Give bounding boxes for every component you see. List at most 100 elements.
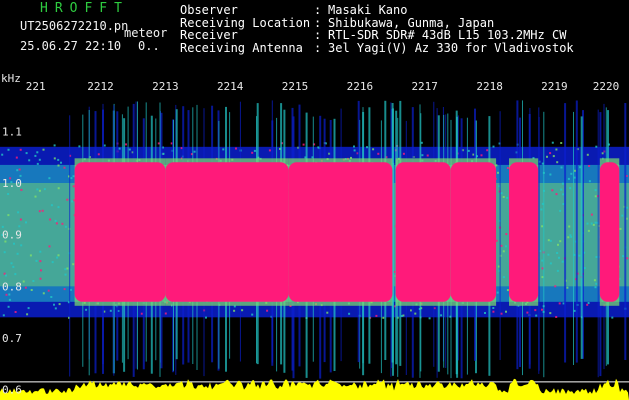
- noise-speckle: [560, 166, 563, 169]
- noise-speckle: [268, 149, 271, 152]
- noise-speckle: [235, 147, 237, 150]
- meteor-streak: [564, 103, 567, 363]
- noise-speckle: [38, 158, 41, 161]
- noise-speckle: [7, 193, 10, 195]
- noise-speckle: [588, 165, 591, 167]
- noise-speckle: [500, 312, 503, 315]
- noise-speckle: [64, 273, 67, 276]
- noise-speckle: [595, 282, 598, 285]
- noise-speckle: [16, 169, 19, 172]
- noise-speckle: [61, 222, 64, 225]
- noise-speckle: [480, 154, 483, 157]
- receiver-sep: :: [314, 28, 322, 43]
- noise-speckle: [57, 164, 60, 167]
- receiving-antenna-key: Receiving Antenna: [180, 40, 303, 55]
- observer-value: Masaki Kano: [328, 3, 408, 17]
- noise-speckle: [71, 200, 74, 203]
- noise-speckle: [162, 152, 165, 155]
- noise-speckle: [251, 313, 254, 316]
- noise-speckle: [590, 213, 593, 216]
- noise-speckle: [42, 292, 45, 295]
- noise-speckle: [561, 260, 564, 263]
- x-tick-label: 2213: [152, 80, 179, 93]
- noise-speckle: [140, 312, 143, 315]
- x-tick-label: 221: [26, 80, 46, 93]
- noise-speckle: [34, 195, 37, 198]
- noise-speckle: [29, 254, 32, 257]
- image-filename: UT2506272210.pn: [20, 19, 129, 33]
- noise-speckle: [506, 196, 509, 199]
- noise-speckle: [10, 262, 13, 265]
- noise-speckle: [547, 239, 550, 242]
- noise-speckle: [593, 279, 596, 282]
- noise-speckle: [57, 206, 60, 209]
- noise-speckle: [586, 222, 589, 225]
- noise-speckle: [555, 148, 558, 151]
- noise-speckle: [18, 225, 21, 228]
- noise-speckle: [36, 151, 39, 154]
- noise-speckle: [64, 268, 67, 271]
- noise-speckle: [560, 188, 563, 191]
- noise-speckle: [552, 155, 555, 158]
- noise-speckle: [410, 309, 412, 312]
- strong-signal-block: [450, 162, 497, 302]
- noise-speckle: [53, 303, 55, 306]
- noise-speckle: [72, 175, 75, 178]
- noise-speckle: [69, 288, 72, 291]
- noise-speckle: [50, 204, 53, 207]
- noise-speckle: [27, 307, 30, 310]
- noise-speckle: [568, 225, 571, 228]
- noise-speckle: [109, 309, 112, 312]
- noise-speckle: [541, 308, 543, 311]
- y-axis-unit: kHz: [1, 72, 21, 85]
- noise-speckle: [502, 250, 505, 253]
- noise-speckle: [49, 218, 52, 221]
- noise-speckle: [366, 146, 368, 149]
- noise-speckle: [7, 214, 10, 217]
- noise-speckle: [586, 153, 589, 156]
- noise-speckle: [558, 302, 561, 305]
- noise-speckle: [506, 289, 509, 292]
- noise-speckle: [72, 263, 75, 266]
- noise-speckle: [421, 154, 424, 157]
- noise-speckle: [38, 210, 41, 213]
- noise-speckle: [7, 305, 10, 308]
- x-tick-label: 2216: [347, 80, 374, 93]
- observation-datetime: 25.06.27 22:10: [20, 39, 122, 53]
- receiving-antenna-value: 3el Yagi(V) Az 330 for Vladivostok: [328, 40, 574, 55]
- noise-speckle: [48, 177, 51, 180]
- noise-speckle: [85, 308, 88, 311]
- noise-speckle: [601, 152, 604, 155]
- x-tick-label: 2214: [217, 80, 244, 93]
- noise-speckle: [58, 303, 61, 306]
- noise-speckle: [440, 314, 443, 317]
- noise-speckle: [594, 286, 597, 289]
- noise-speckle: [484, 312, 486, 314]
- noise-speckle: [39, 250, 42, 253]
- noise-speckle: [486, 149, 489, 152]
- noise-speckle: [53, 144, 56, 147]
- spectrogram-heatmap: [0, 100, 629, 379]
- receiver-key: Receiver: [180, 28, 238, 43]
- noise-speckle: [12, 265, 15, 268]
- noise-speckle: [48, 245, 51, 248]
- noise-speckle: [377, 152, 380, 155]
- noise-speckle: [39, 277, 42, 280]
- noise-speckle: [348, 312, 351, 315]
- noise-speckle: [626, 257, 629, 260]
- noise-speckle: [36, 162, 39, 165]
- noise-speckle: [556, 161, 559, 164]
- noise-speckle: [541, 225, 544, 228]
- noise-speckle: [587, 229, 590, 232]
- noise-speckle: [587, 302, 590, 304]
- noise-speckle: [34, 154, 37, 157]
- meteor-streak: [69, 115, 71, 377]
- noise-speckle: [41, 209, 44, 212]
- noise-speckle: [64, 225, 67, 228]
- receiving-location-key: Receiving Location: [180, 15, 311, 30]
- noise-speckle: [622, 255, 625, 258]
- noise-speckle: [551, 141, 554, 144]
- noise-speckle: [302, 143, 305, 146]
- noise-speckle: [586, 303, 589, 306]
- noise-speckle: [26, 313, 29, 316]
